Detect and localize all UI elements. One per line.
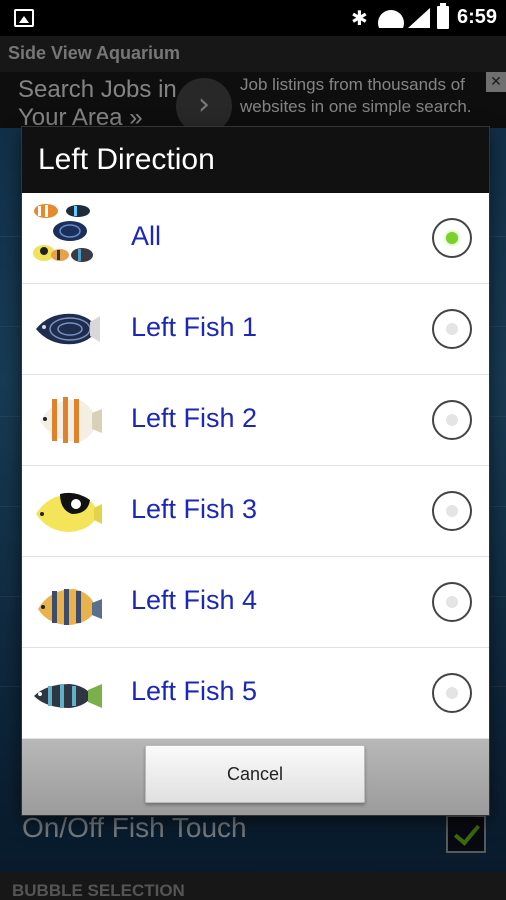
option-label[interactable]: Left Fish 1: [131, 312, 257, 343]
image-notification-icon: [14, 9, 34, 27]
radio-dot: [446, 596, 458, 608]
option-label[interactable]: Left Fish 2: [131, 403, 257, 434]
radio-button[interactable]: [432, 491, 472, 531]
left-direction-dialog: Left Direction All Left Fish 1 Left Fish…: [22, 127, 489, 815]
option-left-fish-5[interactable]: Left Fish 5: [22, 648, 489, 739]
dialog-footer: Cancel: [22, 739, 489, 815]
status-bar: ✱ 6:59: [0, 0, 506, 36]
yellow-butterflyfish-thumbnail: [36, 492, 102, 532]
signal-icon: [408, 8, 430, 28]
radio-dot: [446, 414, 458, 426]
battery-icon: [437, 3, 449, 29]
option-label[interactable]: Left Fish 4: [131, 585, 257, 616]
radio-button[interactable]: [432, 309, 472, 349]
bluetooth-icon: ✱: [351, 6, 368, 30]
radio-dot: [446, 232, 458, 244]
radio-dot: [446, 323, 458, 335]
radio-button[interactable]: [432, 400, 472, 440]
fish-group-thumbnail: [33, 204, 93, 262]
radio-button-selected[interactable]: [432, 218, 472, 258]
option-left-fish-2[interactable]: Left Fish 2: [22, 375, 489, 466]
radio-button[interactable]: [432, 673, 472, 713]
option-label[interactable]: All: [131, 221, 161, 252]
option-left-fish-1[interactable]: Left Fish 1: [22, 284, 489, 375]
option-label[interactable]: Left Fish 5: [131, 676, 257, 707]
radio-dot: [446, 505, 458, 517]
option-left-fish-4[interactable]: Left Fish 4: [22, 557, 489, 648]
option-label[interactable]: Left Fish 3: [131, 494, 257, 525]
option-left-fish-3[interactable]: Left Fish 3: [22, 466, 489, 557]
cancel-button[interactable]: Cancel: [145, 745, 365, 803]
striped-butterflyfish-thumbnail: [38, 589, 102, 625]
wifi-icon: [378, 8, 404, 28]
dialog-title: Left Direction: [38, 143, 215, 176]
angelfish-thumbnail: [36, 313, 100, 345]
black-striped-fish-thumbnail: [34, 684, 102, 708]
radio-dot: [446, 687, 458, 699]
option-all[interactable]: All: [22, 193, 489, 284]
orange-butterflyfish-thumbnail: [40, 397, 102, 443]
status-time: 6:59: [457, 6, 498, 28]
radio-button[interactable]: [432, 582, 472, 622]
dialog-header: Left Direction: [22, 127, 489, 193]
